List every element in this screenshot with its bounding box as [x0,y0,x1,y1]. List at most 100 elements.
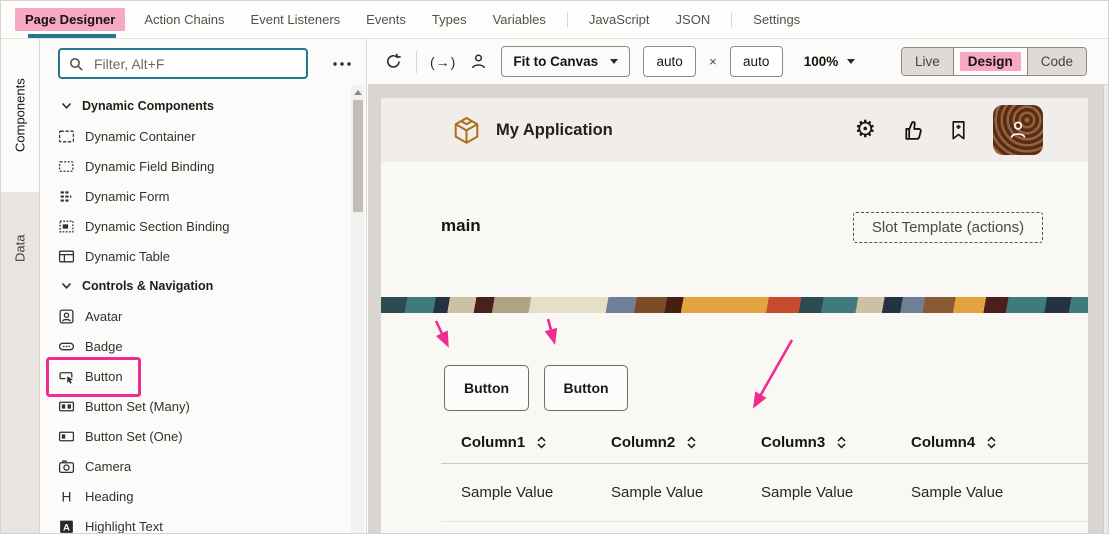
sort-icon[interactable] [985,435,998,450]
tab-action-chains[interactable]: Action Chains [137,1,231,38]
component-filter-input[interactable] [92,55,298,73]
thumbs-up-icon[interactable] [899,118,924,143]
app-logo-cube-icon [452,116,481,145]
preview-button-2[interactable]: Button [544,365,628,411]
component-item-dynamic-form[interactable]: Dynamic Form [40,181,366,211]
column-header-column3[interactable]: Column3 [761,434,911,451]
mode-design[interactable]: Design [953,48,1027,75]
left-rail: ComponentsData [1,39,40,533]
table-cell: Sample Value [911,484,1061,501]
fit-to-canvas-label: Fit to Canvas [513,54,598,69]
canvas-width-input[interactable] [643,46,696,77]
rail-tab-components[interactable]: Components [1,39,39,192]
component-item-label: Button [85,369,123,384]
tab-label: Events [359,8,413,31]
scrollbar-thumb[interactable] [353,100,363,212]
column-label: Column4 [911,434,975,451]
component-item-button[interactable]: Button [40,361,366,391]
component-item-badge[interactable]: Badge [40,331,366,361]
tab-types[interactable]: Types [425,1,474,38]
section-label: Controls & Navigation [82,279,213,293]
component-filter-box[interactable] [58,48,308,79]
table-cell: Sample Value [761,484,911,501]
button-set-one-icon [58,428,75,445]
visual-builder-window: Page Designer Action Chains Event Listener… [0,0,1109,534]
component-item-button-set-many[interactable]: Button Set (Many) [40,391,366,421]
tab-json[interactable]: JSON [669,1,718,38]
tab-javascript[interactable]: JavaScript [582,1,657,38]
sidebar-scrollbar[interactable] [351,85,364,533]
component-item-dynamic-field-binding[interactable]: Dynamic Field Binding [40,151,366,181]
dynamic-field-binding-icon [58,158,75,175]
sort-icon[interactable] [535,435,548,450]
canvas-height-input[interactable] [730,46,783,77]
svg-text:A: A [63,522,70,533]
zoom-level-label: 100% [804,54,839,69]
slot-template-label: Slot Template (actions) [872,219,1024,236]
tab-variables[interactable]: Variables [486,1,553,38]
component-item-highlight-text[interactable]: AHighlight Text [40,511,366,534]
mode-label: Design [960,52,1021,71]
table-header-row: Column1Column2Column3 Column4 [441,421,1088,464]
zoom-dropdown[interactable]: 100% [804,54,856,69]
tab-page-designer[interactable]: Page Designer [15,1,125,38]
overflow-menu-icon[interactable] [332,61,352,67]
rail-tab-data[interactable]: Data [1,192,39,304]
component-item-label: Dynamic Form [85,189,170,204]
filter-row [40,39,366,84]
tab-label: Page Designer [15,8,125,31]
column-label: Column3 [761,434,825,451]
section-header-controls-navigation[interactable]: Controls & Navigation [40,271,366,301]
sort-icon[interactable] [835,435,848,450]
component-item-heading[interactable]: H Heading [40,481,366,511]
components-panel: Dynamic ComponentsDynamic ContainerDynam… [40,39,367,533]
badge-icon [58,338,75,355]
slot-template-placeholder[interactable]: Slot Template (actions) [853,212,1043,243]
tab-settings[interactable]: Settings [746,1,807,38]
component-item-label: Heading [85,489,133,504]
user-mode-icon[interactable] [469,52,488,71]
section-header-dynamic-components[interactable]: Dynamic Components [40,91,366,121]
table-row: Sample ValueSample ValueSample ValueSamp… [441,464,1088,522]
scroll-up-icon[interactable] [354,90,362,95]
avatar[interactable] [993,105,1043,155]
component-item-label: Button Set (Many) [85,399,190,414]
component-item-dynamic-container[interactable]: Dynamic Container [40,121,366,151]
table-cell: Sample Value [461,484,611,501]
search-icon [68,56,84,72]
component-item-dynamic-section-binding[interactable]: Dynamic Section Binding [40,211,366,241]
button-icon [58,368,75,385]
top-tab-bar: Page Designer Action Chains Event Listener… [1,1,1108,39]
sort-icon[interactable] [685,435,698,450]
interaction-mode-icon[interactable]: (→) [430,54,456,70]
mode-live[interactable]: Live [902,48,953,75]
preview-app-header: My Application ⚙ [381,98,1088,162]
chevron-down-icon [61,102,72,110]
column-header-column1[interactable]: Column1 [461,434,611,451]
tab-label: Settings [746,8,807,31]
tab-event-listeners[interactable]: Event Listeners [244,1,348,38]
app-title: My Application [496,121,613,140]
tab-events[interactable]: Events [359,1,413,38]
component-tree: Dynamic ComponentsDynamic ContainerDynam… [40,91,366,534]
preview-button-1[interactable]: Button [444,365,529,411]
component-item-dynamic-table[interactable]: Dynamic Table [40,241,366,271]
section-label: Dynamic Components [82,99,214,113]
component-item-camera[interactable]: Camera [40,451,366,481]
bookmark-plus-icon[interactable] [947,119,970,142]
component-item-button-set-one[interactable]: Button Set (One) [40,421,366,451]
preview-page: My Application ⚙ main Slot Template (act… [381,98,1088,533]
component-item-label: Avatar [85,309,122,324]
canvas-edge-scroll-area[interactable] [1103,85,1108,533]
refresh-icon[interactable] [384,52,403,71]
component-item-avatar[interactable]: Avatar [40,301,366,331]
column-header-column2[interactable]: Column2 [611,434,761,451]
gear-icon[interactable]: ⚙ [854,118,876,142]
component-item-label: Camera [85,459,131,474]
column-header-column4[interactable]: Column4 [911,434,1061,451]
header-actions: ⚙ [854,105,1043,155]
toolbar-divider [416,51,417,73]
mode-code[interactable]: Code [1027,48,1086,75]
fit-to-canvas-dropdown[interactable]: Fit to Canvas [501,46,630,77]
heading-icon: H [58,488,75,505]
